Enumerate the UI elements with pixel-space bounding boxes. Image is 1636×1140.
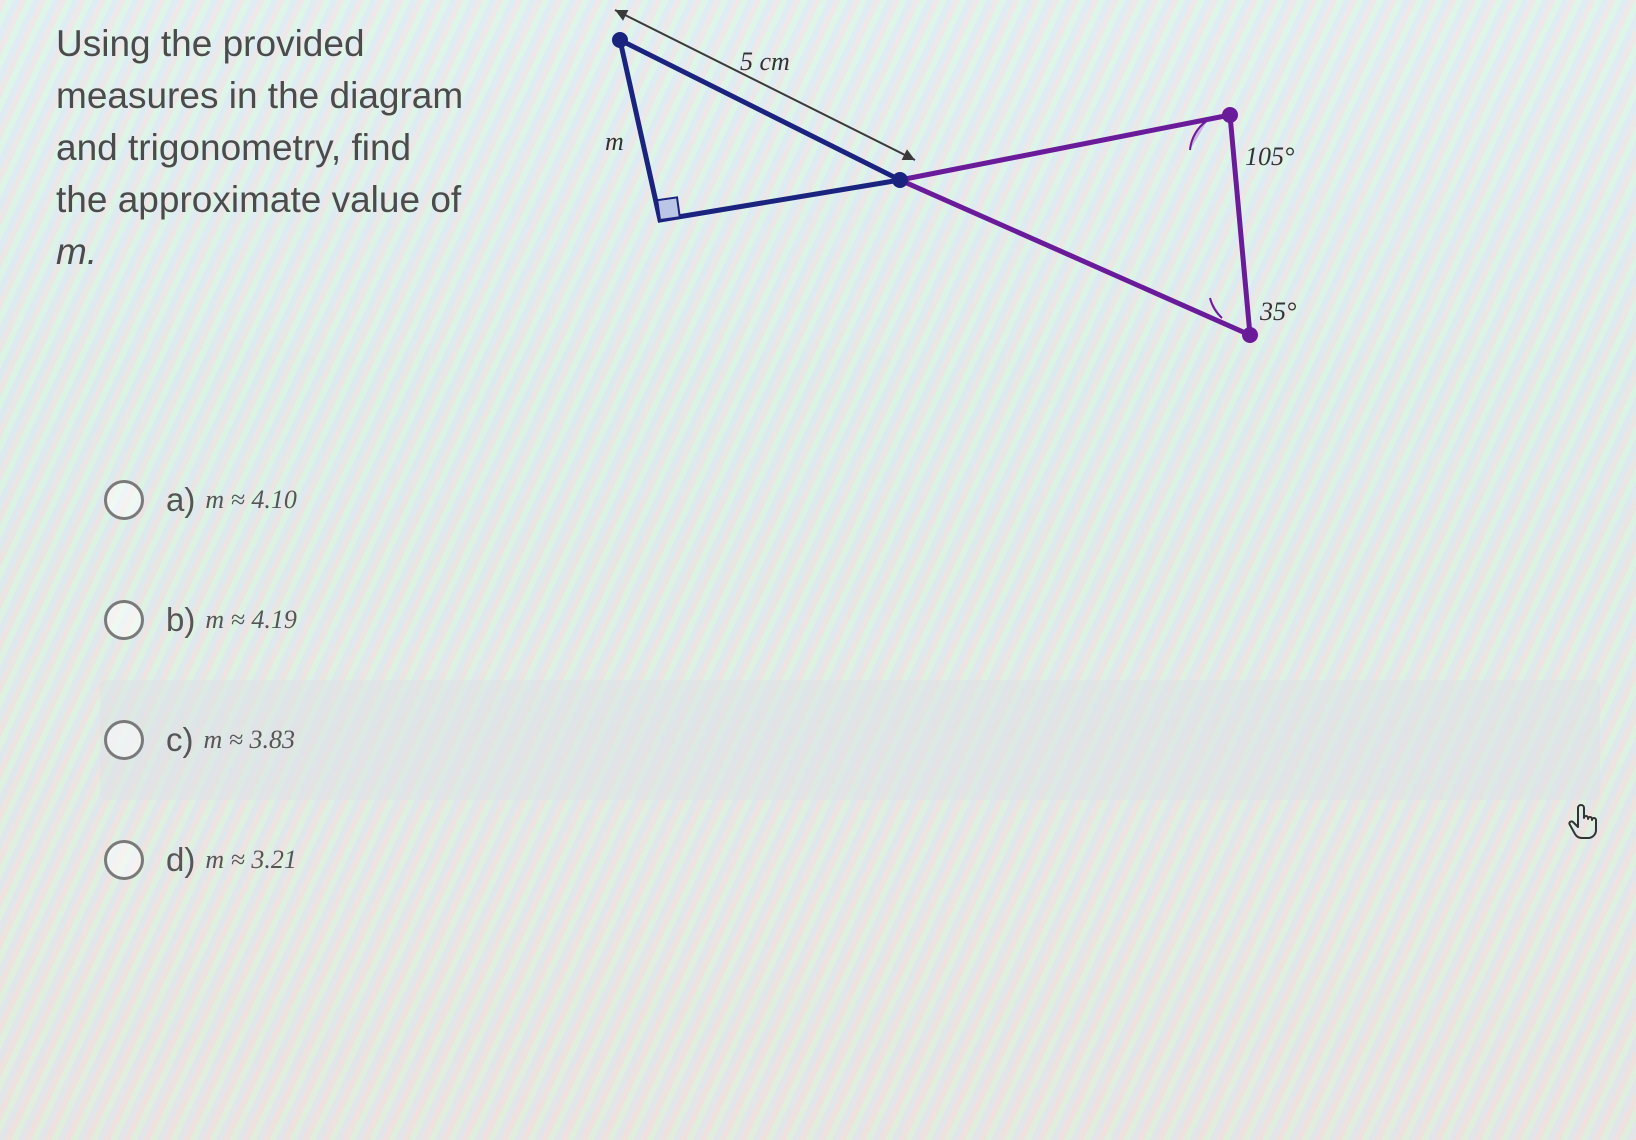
vertex-dot [1222,107,1238,123]
dimension-label-5cm: 5 cm [740,47,790,76]
question-line: the approximate value of [56,179,461,220]
option-b[interactable]: b) m ≈ 4.19 [100,560,1600,680]
option-letter: c) [166,721,194,759]
radio-icon[interactable] [104,480,144,520]
vertex-dot [892,172,908,188]
answer-options: a) m ≈ 4.10 b) m ≈ 4.19 c) m ≈ 3.83 d) m… [100,440,1600,920]
question-line: and trigonometry, find [56,127,411,168]
right-triangle [900,115,1250,335]
option-value: m ≈ 3.21 [205,845,297,875]
option-value: m ≈ 4.19 [205,605,297,635]
vertex-dot [612,32,628,48]
angle-label-105: 105° [1245,142,1294,171]
hand-cursor-icon [1568,800,1604,849]
option-value: m ≈ 4.10 [205,485,297,515]
option-letter: a) [166,481,195,519]
angle-35-arc [1210,298,1222,318]
option-letter: d) [166,841,195,879]
option-c[interactable]: c) m ≈ 3.83 [100,680,1600,800]
question-text: Using the provided measures in the diagr… [56,18,526,278]
option-letter: b) [166,601,195,639]
question-line: measures in the diagram [56,75,463,116]
side-label-m: m [605,127,624,156]
dimension-arrow [615,10,915,160]
radio-icon[interactable] [104,840,144,880]
vertex-dot [1242,327,1258,343]
radio-icon[interactable] [104,600,144,640]
angle-label-35: 35° [1259,297,1296,326]
option-a[interactable]: a) m ≈ 4.10 [100,440,1600,560]
right-angle-marker [657,197,680,220]
radio-icon[interactable] [104,720,144,760]
geometry-diagram: 5 cm m 105° 35° [550,0,1370,380]
question-variable: m. [56,231,97,272]
option-d[interactable]: d) m ≈ 3.21 [100,800,1600,920]
option-value: m ≈ 3.83 [204,725,296,755]
question-line: Using the provided [56,23,365,64]
